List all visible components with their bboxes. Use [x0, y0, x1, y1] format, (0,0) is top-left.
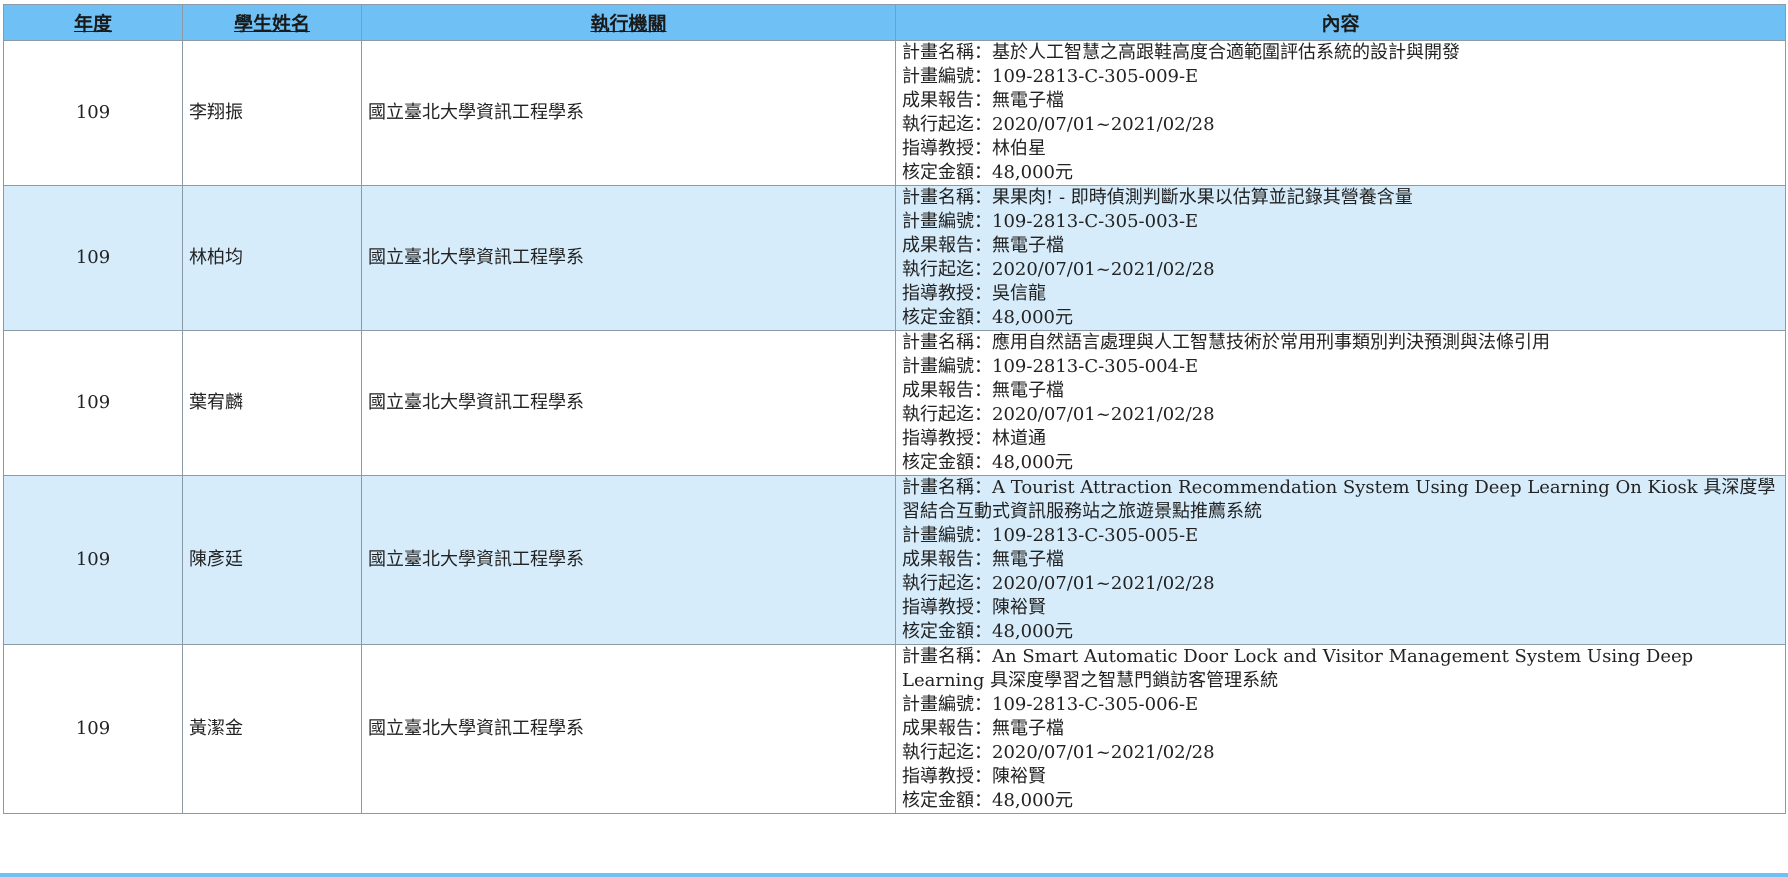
content-line: 核定金額：48,000元 [902, 621, 1073, 642]
cell-year: 109 [3, 40, 183, 186]
table-row: 109 黃潔金 國立臺北大學資訊工程學系 計畫名稱：An Smart Automati… [3, 644, 1786, 814]
header-org[interactable]: 執行機關 [361, 4, 896, 41]
content-line: 計畫名稱：An Smart Automatic Door Lock and Vi… [902, 646, 1694, 691]
cell-content: 計畫名稱：A Tourist Attraction Recommendation… [895, 475, 1786, 645]
content-line: 成果報告：無電子檔 [902, 549, 1064, 570]
header-content: 內容 [895, 4, 1786, 41]
content-line: 指導教授：林伯星 [902, 138, 1046, 159]
cell-student-name: 黃潔金 [182, 644, 362, 814]
cell-content: 計畫名稱：An Smart Automatic Door Lock and Vi… [895, 644, 1786, 814]
results-table: 年度 學生姓名 執行機關 內容 109 李翔振 國立臺北大學資訊工程學系 計畫名稱：基… [3, 4, 1786, 814]
sort-org-link[interactable]: 執行機關 [590, 13, 666, 35]
content-line: 計畫編號：109-2813-C-305-009-E [902, 66, 1199, 87]
cell-content: 計畫名稱：果果肉! - 即時偵測判斷水果以估算並記錄其營養含量 計畫編號：109-… [895, 185, 1786, 331]
content-line: 計畫名稱：A Tourist Attraction Recommendation… [902, 477, 1776, 522]
content-line: 核定金額：48,000元 [902, 307, 1073, 328]
header-content-label: 內容 [1321, 13, 1360, 35]
cell-organization: 國立臺北大學資訊工程學系 [361, 644, 896, 814]
cell-year: 109 [3, 330, 183, 476]
content-line: 計畫編號：109-2813-C-305-005-E [902, 525, 1199, 546]
content-line: 指導教授：陳裕賢 [902, 597, 1046, 618]
content-line: 指導教授：陳裕賢 [902, 766, 1046, 787]
content-line: 執行起迄：2020/07/01~2021/02/28 [902, 404, 1215, 425]
content-line: 指導教授：林道通 [902, 428, 1046, 449]
content-line: 計畫編號：109-2813-C-305-003-E [902, 211, 1199, 232]
table-row: 109 李翔振 國立臺北大學資訊工程學系 計畫名稱：基於人工智慧之高跟鞋高度合適範圍評… [3, 40, 1786, 186]
table-row: 109 林柏均 國立臺北大學資訊工程學系 計畫名稱：果果肉! - 即時偵測判斷水果以估… [3, 185, 1786, 331]
table-body: 109 李翔振 國立臺北大學資訊工程學系 計畫名稱：基於人工智慧之高跟鞋高度合適範圍評… [3, 40, 1786, 814]
content-line: 計畫名稱：果果肉! - 即時偵測判斷水果以估算並記錄其營養含量 [902, 187, 1413, 208]
sort-year-link[interactable]: 年度 [74, 13, 112, 35]
content-line: 成果報告：無電子檔 [902, 380, 1064, 401]
header-student[interactable]: 學生姓名 [182, 4, 362, 41]
content-line: 核定金額：48,000元 [902, 162, 1073, 183]
content-line: 計畫名稱：應用自然語言處理與人工智慧技術於常用刑事類別判決預測與法條引用 [902, 332, 1550, 353]
content-line: 計畫編號：109-2813-C-305-004-E [902, 356, 1199, 377]
table-header-row: 年度 學生姓名 執行機關 內容 [3, 4, 1786, 41]
sort-student-link[interactable]: 學生姓名 [234, 13, 310, 35]
cell-year: 109 [3, 185, 183, 331]
content-line: 成果報告：無電子檔 [902, 235, 1064, 256]
cell-student-name: 李翔振 [182, 40, 362, 186]
content-line: 成果報告：無電子檔 [902, 90, 1064, 111]
cell-student-name: 林柏均 [182, 185, 362, 331]
cell-student-name: 陳彥廷 [182, 475, 362, 645]
table-row: 109 陳彥廷 國立臺北大學資訊工程學系 計畫名稱：A Tourist Attract… [3, 475, 1786, 645]
content-line: 成果報告：無電子檔 [902, 718, 1064, 739]
cell-organization: 國立臺北大學資訊工程學系 [361, 40, 896, 186]
results-table-container: 年度 學生姓名 執行機關 內容 109 李翔振 國立臺北大學資訊工程學系 計畫名稱：基… [3, 4, 1786, 814]
cell-year: 109 [3, 644, 183, 814]
cell-organization: 國立臺北大學資訊工程學系 [361, 330, 896, 476]
content-line: 核定金額：48,000元 [902, 452, 1073, 473]
cell-content: 計畫名稱：基於人工智慧之高跟鞋高度合適範圍評估系統的設計與開發 計畫編號：109-… [895, 40, 1786, 186]
cell-organization: 國立臺北大學資訊工程學系 [361, 475, 896, 645]
content-line: 核定金額：48,000元 [902, 790, 1073, 811]
content-line: 執行起迄：2020/07/01~2021/02/28 [902, 114, 1215, 135]
content-line: 執行起迄：2020/07/01~2021/02/28 [902, 259, 1215, 280]
content-line: 執行起迄：2020/07/01~2021/02/28 [902, 742, 1215, 763]
content-line: 執行起迄：2020/07/01~2021/02/28 [902, 573, 1215, 594]
cell-content: 計畫名稱：應用自然語言處理與人工智慧技術於常用刑事類別判決預測與法條引用 計畫編號… [895, 330, 1786, 476]
content-line: 計畫編號：109-2813-C-305-006-E [902, 694, 1199, 715]
cell-student-name: 葉宥麟 [182, 330, 362, 476]
bottom-bar [0, 873, 1788, 877]
cell-organization: 國立臺北大學資訊工程學系 [361, 185, 896, 331]
cell-year: 109 [3, 475, 183, 645]
content-line: 指導教授：吳信龍 [902, 283, 1046, 304]
content-line: 計畫名稱：基於人工智慧之高跟鞋高度合適範圍評估系統的設計與開發 [902, 42, 1460, 63]
table-row: 109 葉宥麟 國立臺北大學資訊工程學系 計畫名稱：應用自然語言處理與人工智慧技術於常… [3, 330, 1786, 476]
header-year[interactable]: 年度 [3, 4, 183, 41]
